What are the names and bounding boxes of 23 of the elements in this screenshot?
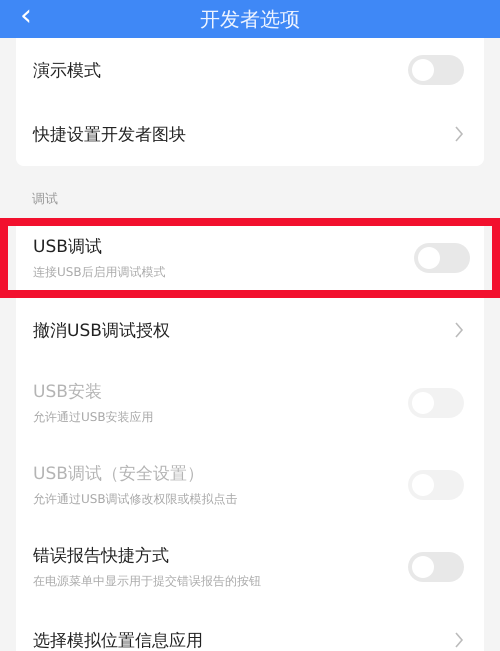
settings-row[interactable]: 选择模拟位置信息应用 bbox=[16, 608, 484, 651]
settings-row[interactable]: 演示模式 bbox=[16, 38, 484, 102]
row-title: 演示模式 bbox=[33, 60, 101, 82]
settings-row[interactable]: USB调试 连接USB后启用调试模式 bbox=[0, 218, 500, 298]
row-title: 选择模拟位置信息应用 bbox=[33, 630, 203, 651]
settings-row[interactable]: 快捷设置开发者图块 bbox=[16, 102, 484, 166]
screen-title: 开发者选项 bbox=[200, 6, 300, 33]
settings-row[interactable]: 错误报告快捷方式 在电源菜单中显示用于提交错误报告的按钮 bbox=[16, 526, 484, 608]
chevron-right-icon bbox=[454, 125, 464, 143]
chevron-right-icon bbox=[454, 321, 464, 339]
row-title: 撤消USB调试授权 bbox=[33, 320, 170, 342]
row-subtitle: 允许通过USB安装应用 bbox=[33, 409, 154, 426]
section-label: 调试 bbox=[31, 191, 59, 209]
settings-row[interactable]: 撤消USB调试授权 bbox=[16, 298, 484, 362]
row-title: USB调试（安全设置） bbox=[33, 463, 205, 485]
row-title: 快捷设置开发者图块 bbox=[33, 124, 186, 146]
row-subtitle: 连接USB后启用调试模式 bbox=[33, 264, 166, 281]
chevron-right-icon bbox=[454, 631, 464, 649]
row-title: USB安装 bbox=[33, 381, 103, 403]
row-title: 错误报告快捷方式 bbox=[33, 545, 170, 567]
row-title: USB调试 bbox=[33, 236, 103, 258]
row-subtitle: 允许通过USB调试修改权限或模拟点击 bbox=[33, 491, 238, 508]
row-subtitle: 在电源菜单中显示用于提交错误报告的按钮 bbox=[33, 573, 261, 590]
